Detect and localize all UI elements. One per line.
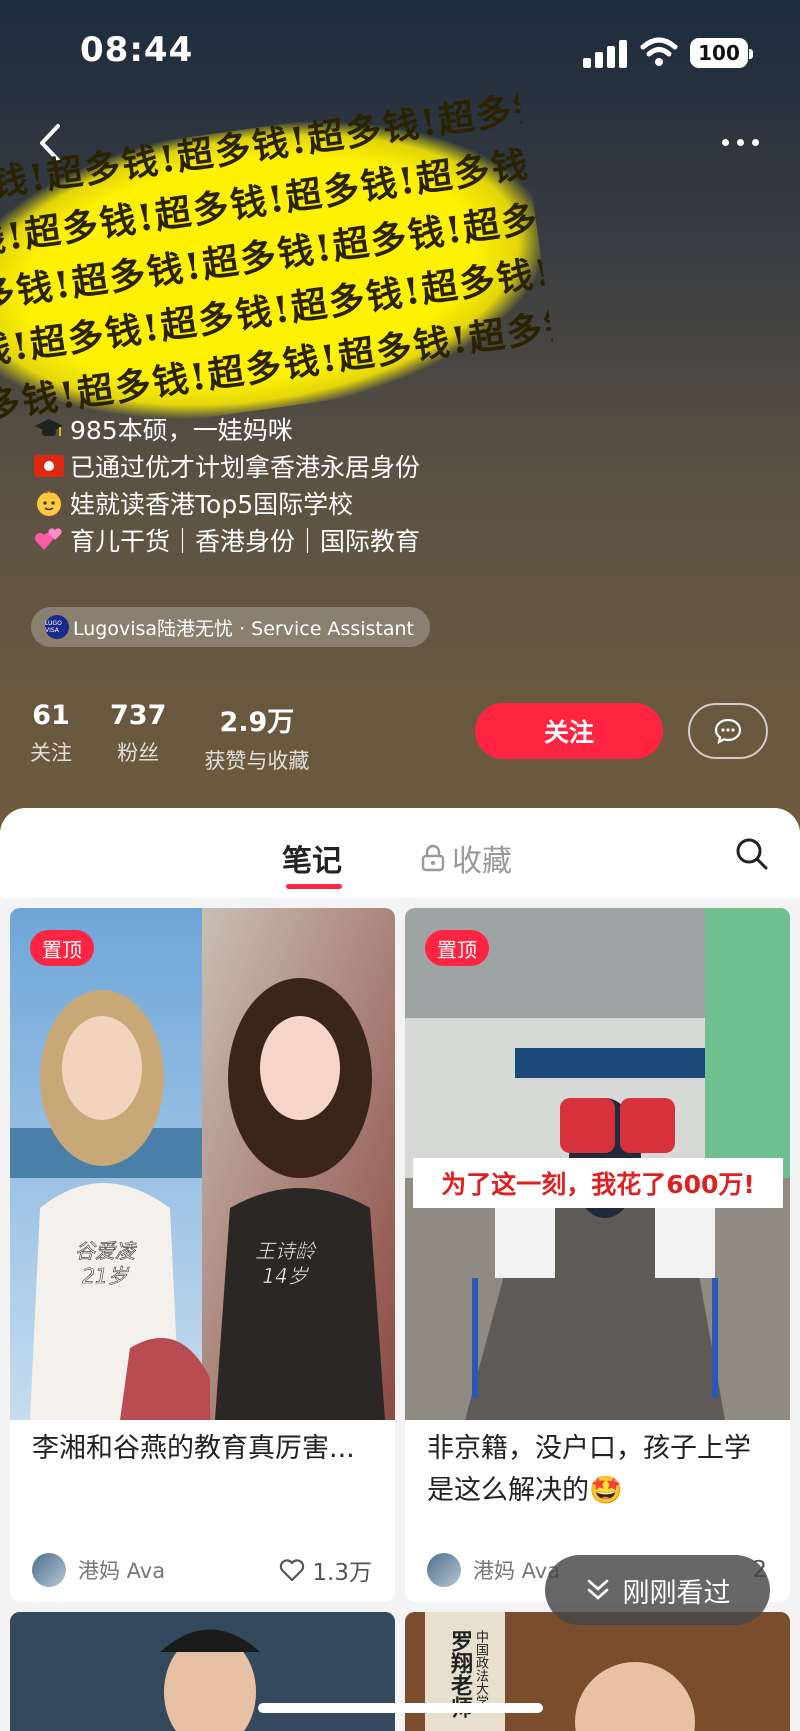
note-card[interactable]: 谷爱凌 21岁 王诗龄 14岁 置顶 李湘和谷燕的教育真厉害... 港妈 Ava… [10, 908, 395, 1602]
cover-overlay-text: 王诗龄 [255, 1239, 317, 1263]
bio-line: 已通过优才计划拿香港永居身份 [32, 447, 420, 484]
stat-likes-and-saves[interactable]: 2.9万 获赞与收藏 [204, 700, 309, 775]
chat-bubble-icon [714, 718, 742, 745]
like-count: 1.3万 [312, 1560, 372, 1586]
cellular-signal-icon [583, 38, 627, 68]
note-footer: 港妈 Ava 1.3万 [32, 1550, 372, 1590]
battery-icon: 100 [690, 38, 753, 68]
cover-overlay-text: 21岁 [82, 1264, 129, 1288]
cover-overlay-text: 谷爱凌 [75, 1239, 137, 1263]
note-card[interactable]: 罗翔老师 中国政法大学 [405, 1612, 790, 1731]
hong-kong-flag-icon [32, 451, 66, 481]
bio-text: 娃就读香港Top5国际学校 [70, 489, 354, 519]
brand-tag[interactable]: LUGO VISA Lugovisa陆港无忧 · Service Assista… [31, 607, 430, 647]
active-tab-indicator [286, 884, 342, 889]
bio-line: 985本硕，一娃妈咪 [32, 410, 420, 447]
note-title: 非京籍，没户口，孩子上学是这么解决的🤩 [427, 1433, 751, 1506]
recently-viewed-button[interactable]: 刚刚看过 [545, 1555, 770, 1625]
note-title: 李湘和谷燕的教育真厉害... [32, 1433, 355, 1464]
note-cover-image [10, 1612, 395, 1731]
stat-label: 关注 [30, 741, 72, 765]
graduation-cap-icon [32, 414, 66, 444]
author-avatar[interactable] [32, 1553, 66, 1587]
tab-favorites-label: 收藏 [452, 844, 512, 879]
note-cover-image: 为了这一刻，我花了600万! [405, 908, 790, 1420]
pinned-badge: 置顶 [30, 930, 94, 966]
home-indicator [258, 1703, 543, 1713]
message-button[interactable] [688, 703, 768, 759]
note-card[interactable]: 为了这一刻，我花了600万! 置顶 非京籍，没户口，孩子上学是这么解决的🤩 港妈… [405, 908, 790, 1602]
follow-button[interactable]: 关注 [475, 703, 663, 759]
profile-stats: 61 关注 737 粉丝 2.9万 获赞与收藏 [30, 700, 347, 775]
stat-label: 粉丝 [117, 741, 160, 765]
profile-bio: 985本硕，一娃妈咪 已通过优才计划拿香港永居身份 娃就读香港Top5国际学校 … [32, 410, 420, 558]
status-bar: 08:44 100 [0, 0, 800, 100]
bio-text: 已通过优才计划拿香港永居身份 [70, 452, 421, 482]
cover-vertical-subtext: 中国政法大学 [473, 1630, 488, 1708]
author-name[interactable]: 港妈 Ava [78, 1555, 278, 1585]
heart-icon [280, 1559, 305, 1582]
bio-line: 娃就读香港Top5国际学校 [32, 484, 420, 521]
stat-number: 61 [32, 700, 70, 731]
author-avatar[interactable] [427, 1553, 461, 1587]
baby-icon [32, 488, 66, 518]
stat-label: 获赞与收藏 [204, 749, 310, 773]
note-card[interactable] [10, 1612, 395, 1731]
wifi-icon [640, 37, 678, 66]
more-options-icon[interactable] [716, 130, 766, 154]
double-chevron-down-icon [587, 1579, 608, 1600]
tab-favorites[interactable]: 收藏 [420, 836, 512, 880]
cover-overlay-text: 14岁 [262, 1264, 309, 1288]
stat-following[interactable]: 61 关注 [30, 700, 72, 775]
content-tabs: 笔记 收藏 [0, 808, 800, 898]
search-icon[interactable] [734, 836, 770, 872]
bio-text: 育儿干货｜香港身份｜国际教育 [70, 526, 421, 556]
stat-number: 2.9万 [219, 707, 295, 738]
stat-number: 737 [110, 700, 167, 731]
like-button[interactable]: 1.3万 [278, 1553, 372, 1587]
tab-notes[interactable]: 笔记 [282, 836, 342, 880]
bio-text: 985本硕，一娃妈咪 [70, 415, 293, 445]
bio-line: 育儿干货｜香港身份｜国际教育 [32, 521, 420, 558]
recently-viewed-label: 刚刚看过 [622, 1577, 731, 1609]
status-time: 08:44 [80, 30, 194, 70]
note-cover-image: 谷爱凌 21岁 王诗龄 14岁 [10, 908, 395, 1420]
brand-tag-label: Lugovisa陆港无忧 · Service Assistant [73, 617, 414, 640]
lugovisa-logo-icon: LUGO VISA [45, 615, 69, 639]
cover-overlay-caption: 为了这一刻，我花了600万! [441, 1170, 755, 1199]
lock-icon [421, 844, 445, 872]
two-hearts-icon [32, 525, 66, 555]
stat-followers[interactable]: 737 粉丝 [110, 700, 166, 775]
pinned-badge: 置顶 [425, 930, 489, 966]
